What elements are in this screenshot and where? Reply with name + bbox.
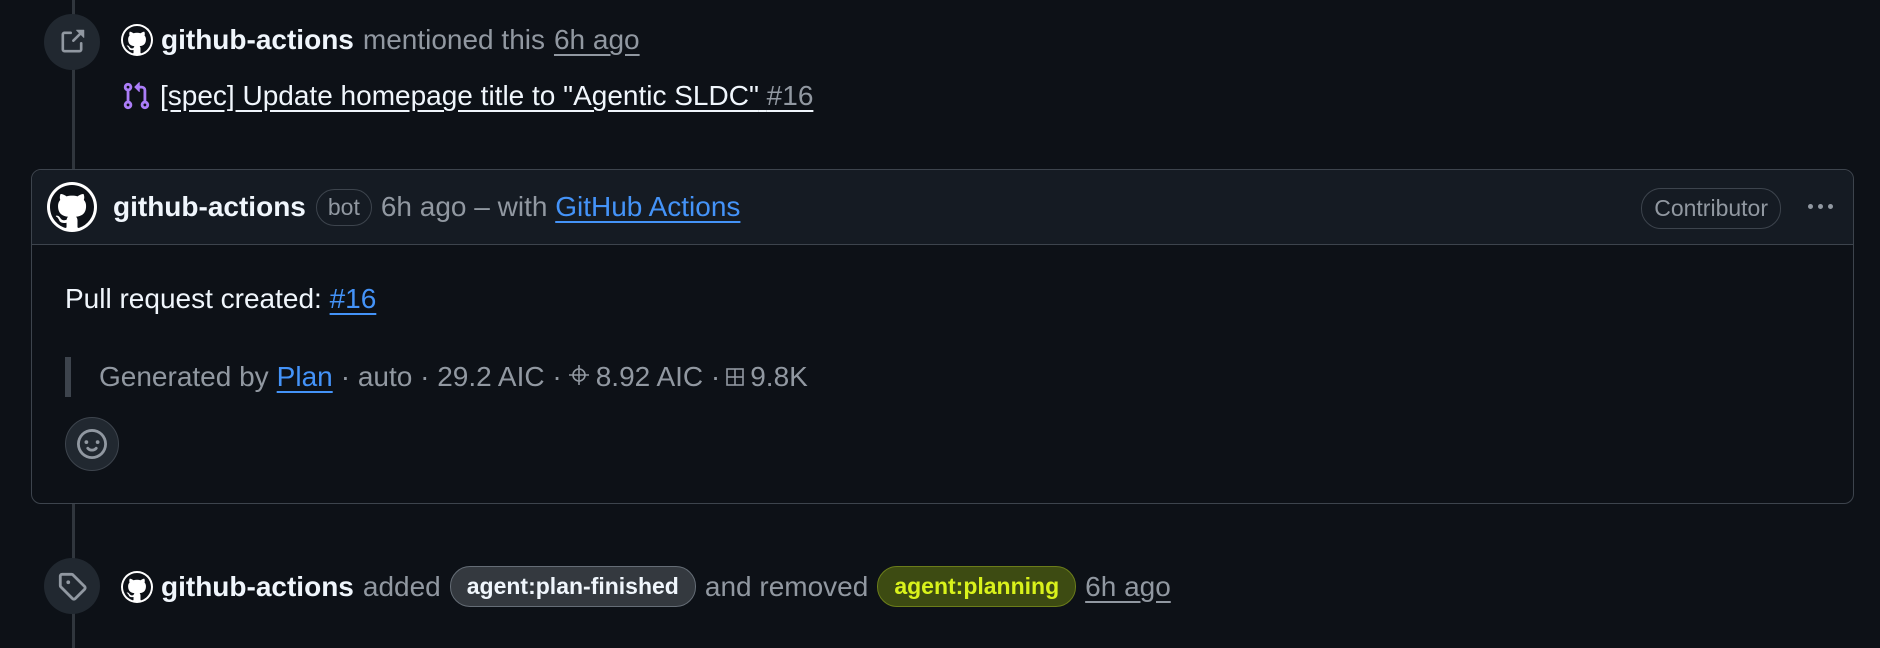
grid-icon [726,361,745,393]
smiley-icon [77,429,107,459]
quote-part2: 8.92 AIC · [595,361,721,392]
quote-part1: · auto · 29.2 AIC · [340,361,562,392]
label-removed[interactable]: agent:planning [877,566,1077,607]
comment-meta: 6h ago – with GitHub Actions [381,191,741,223]
body-prefix: Pull request created: [65,283,322,314]
pull-request-link[interactable]: [spec] Update homepage title to "Agentic… [160,80,813,112]
cross-reference-event-icon [44,14,100,70]
add-reaction-button[interactable] [65,417,119,471]
avatar[interactable] [121,24,153,56]
github-logo-icon [50,185,94,228]
app-link[interactable]: GitHub Actions [555,191,740,222]
quote-part3: 9.8K [750,361,808,392]
comment-timestamp[interactable]: 6h ago [381,191,467,222]
generated-by-quote: Generated by Plan · auto · 29.2 AIC · 8.… [65,357,1853,397]
comment-with-text: – with [474,191,548,222]
kebab-icon[interactable] [1808,204,1833,209]
pull-request-icon [123,82,150,110]
removed-text: and removed [704,570,869,602]
link-external-icon [61,29,85,53]
event-timestamp[interactable]: 6h ago [554,24,640,56]
plan-link[interactable]: Plan [277,361,333,393]
contributor-badge: Contributor [1641,188,1781,229]
github-logo-icon [123,572,151,600]
bot-badge: bot [315,188,372,226]
comment-author-avatar[interactable] [47,182,97,232]
event-actor[interactable]: github-actions [161,24,354,56]
tag-icon [58,572,87,601]
comment-body-text: Pull request created: #16 [65,283,1853,315]
event-action-text: mentioned this [362,24,545,55]
label-event: github-actions added agent:plan-finished… [121,566,1171,607]
comment-header: github-actions bot 6h ago – with GitHub … [32,170,1853,245]
quote-prefix: Generated by [99,361,269,392]
event-actor[interactable]: github-actions [161,571,354,603]
comment-body: Pull request created: #16 Generated by P… [32,283,1853,397]
pull-request-number[interactable]: #16 [767,80,814,111]
referenced-pull-request: [spec] Update homepage title to "Agentic… [121,80,813,112]
label-added[interactable]: agent:plan-finished [449,566,696,607]
pull-request-title[interactable]: [spec] Update homepage title to "Agentic… [160,80,759,111]
added-text: added [362,570,441,602]
comment-box: github-actions bot 6h ago – with GitHub … [31,169,1854,504]
github-logo-icon [123,26,151,54]
label-event-icon [44,558,100,614]
pull-request-body-link[interactable]: #16 [330,283,377,314]
mention-event: github-actions mentioned this 6h ago [121,24,640,56]
avatar[interactable] [121,570,153,603]
event-timestamp[interactable]: 6h ago [1085,571,1171,603]
crosshair-icon [568,361,590,393]
comment-author[interactable]: github-actions [113,191,306,223]
